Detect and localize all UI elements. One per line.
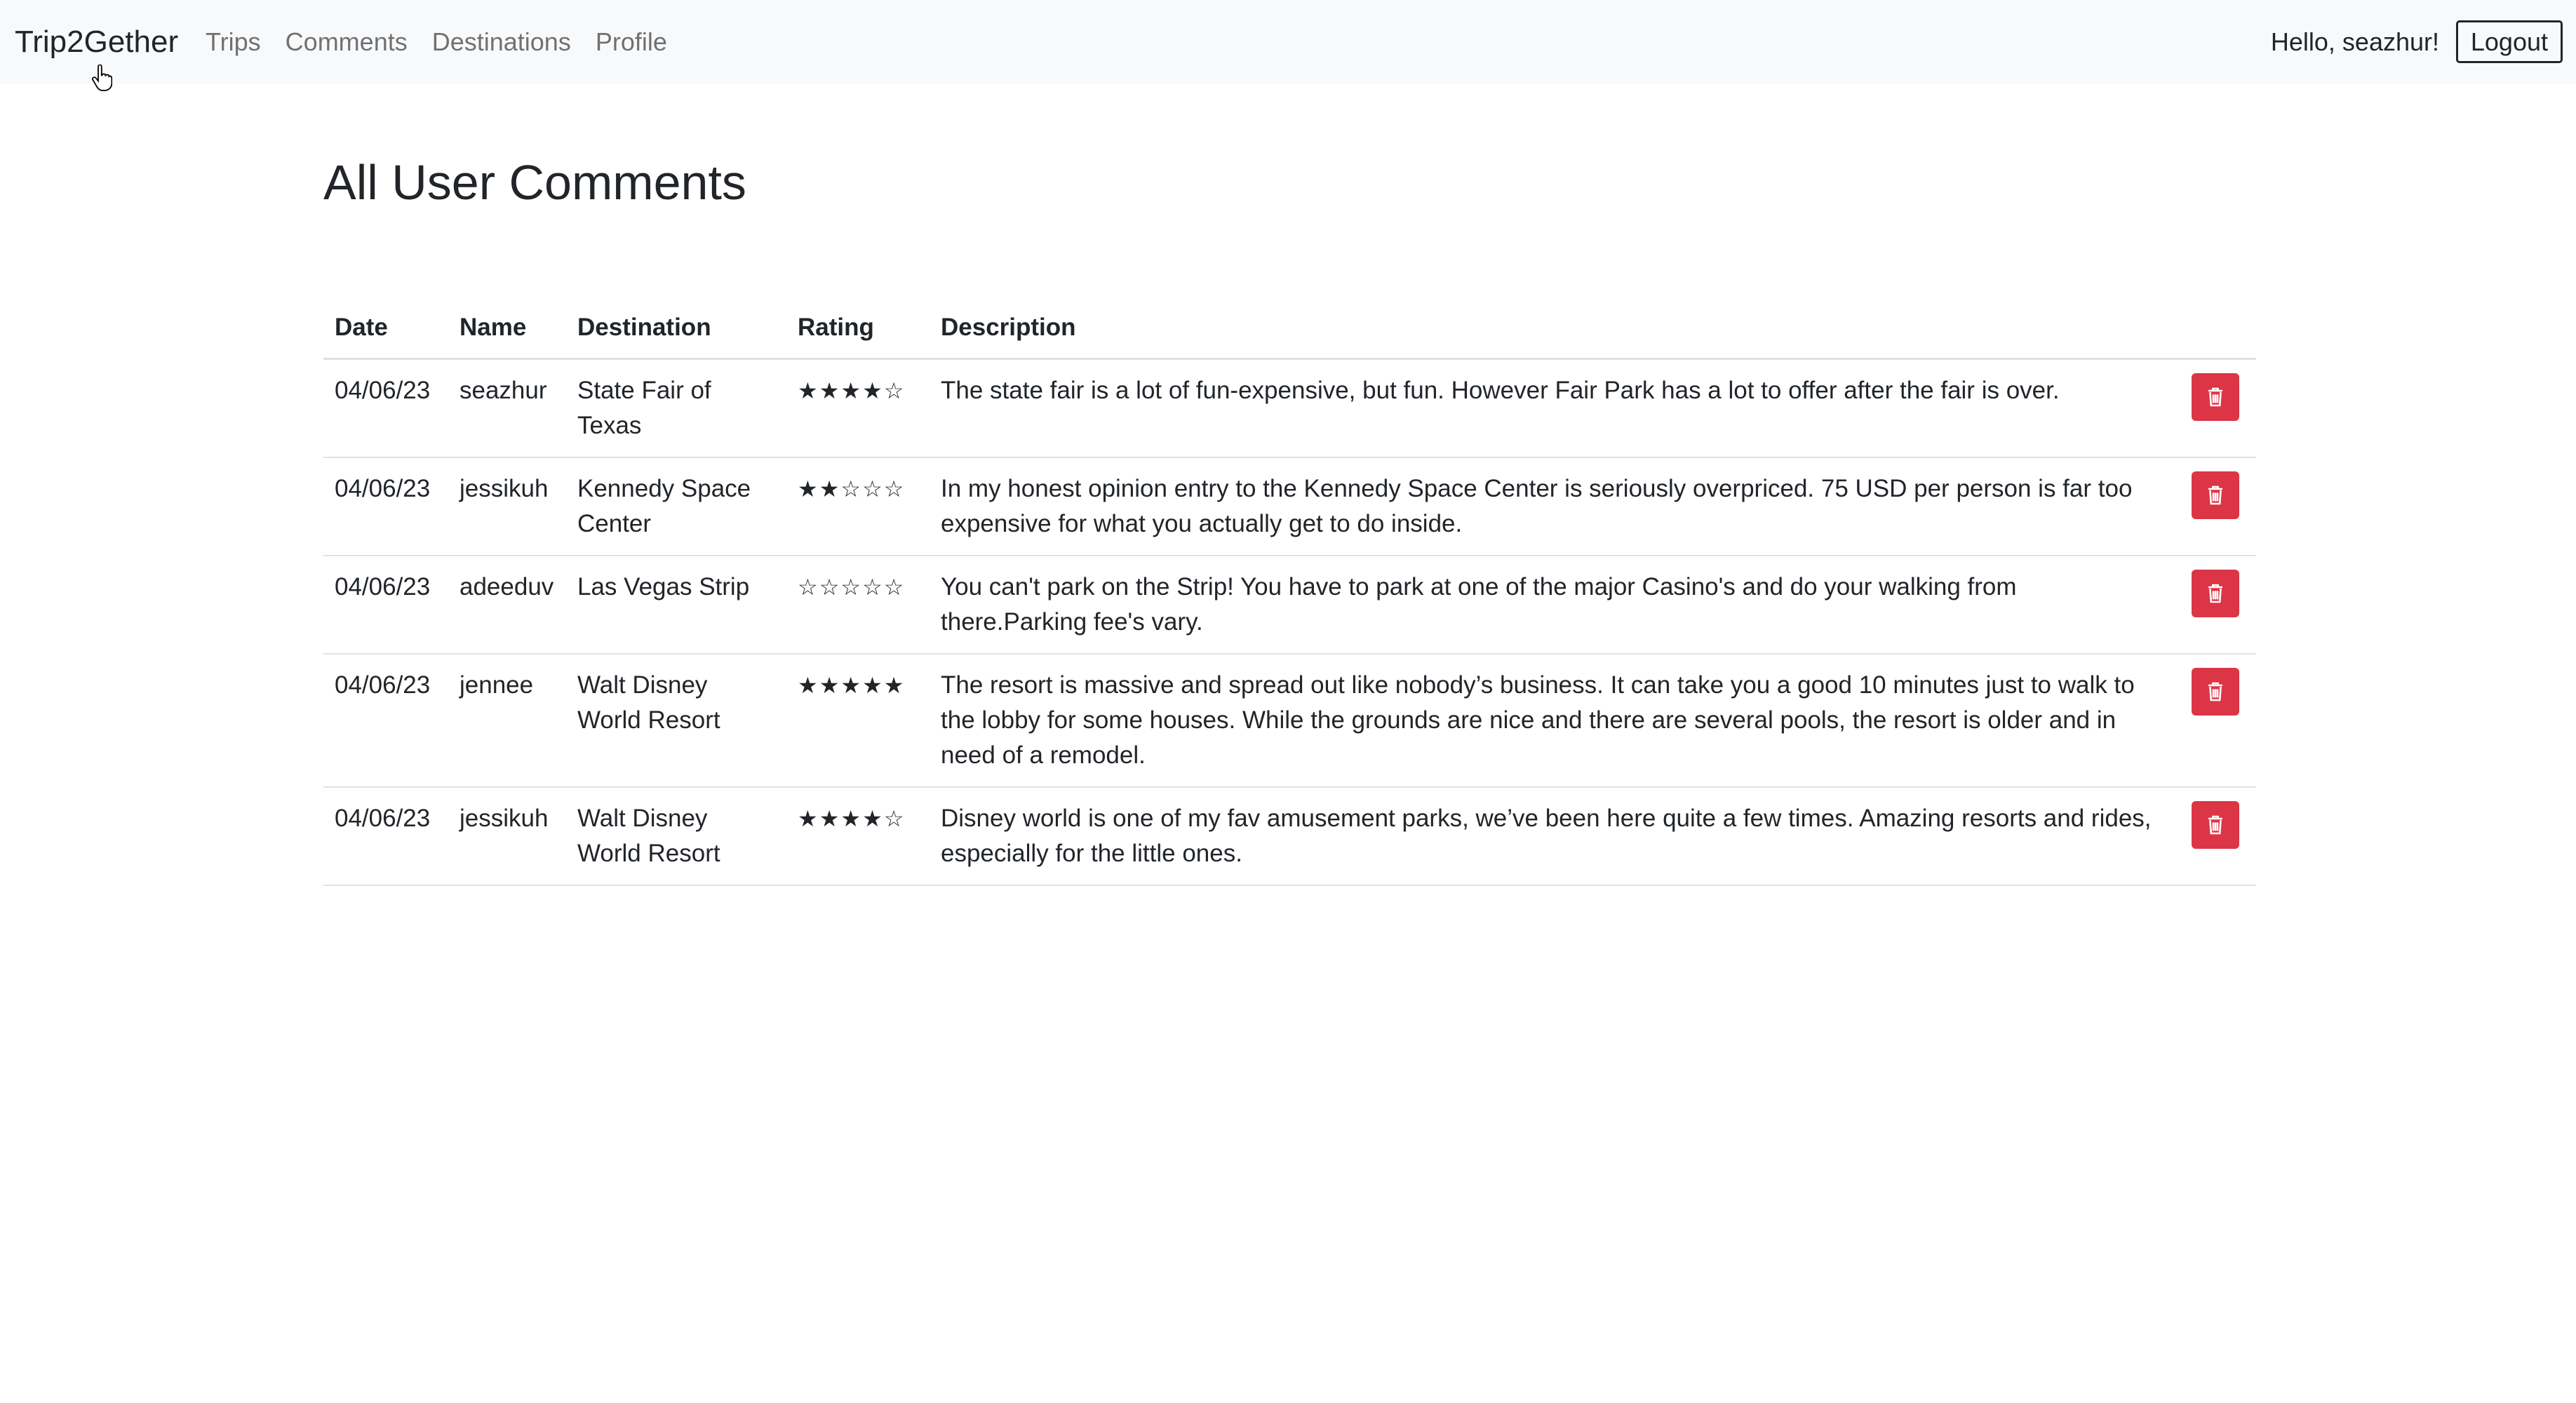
trash-icon bbox=[2208, 584, 2222, 603]
header-rating: Rating bbox=[786, 297, 930, 360]
table-row: 04/06/23 jessikuh Walt Disney World Reso… bbox=[323, 787, 2256, 886]
delete-button[interactable] bbox=[2191, 471, 2239, 519]
cell-destination: Walt Disney World Resort bbox=[566, 654, 786, 788]
nav-link-comments[interactable]: Comments bbox=[286, 27, 408, 57]
table-row: 04/06/23 seazhur State Fair of Texas ★★★… bbox=[323, 358, 2256, 458]
header-destination: Destination bbox=[566, 297, 786, 360]
cell-name: jessikuh bbox=[448, 787, 566, 886]
logout-button[interactable]: Logout bbox=[2455, 20, 2563, 63]
cell-rating: ★★★★☆ bbox=[786, 787, 930, 886]
cell-description: In my honest opinion entry to the Kenned… bbox=[930, 457, 2174, 556]
cell-rating: ☆☆☆☆☆ bbox=[786, 556, 930, 654]
cell-date: 04/06/23 bbox=[323, 654, 448, 788]
trash-icon bbox=[2208, 815, 2222, 835]
nav-link-profile[interactable]: Profile bbox=[596, 27, 667, 57]
delete-button[interactable] bbox=[2191, 801, 2239, 849]
table-header-row: Date Name Destination Rating Description bbox=[323, 297, 2256, 360]
table-row: 04/06/23 adeeduv Las Vegas Strip ☆☆☆☆☆ Y… bbox=[323, 556, 2256, 654]
cell-actions bbox=[2174, 457, 2256, 556]
cell-rating: ★★☆☆☆ bbox=[786, 457, 930, 556]
cell-destination: Kennedy Space Center bbox=[566, 457, 786, 556]
cell-destination: State Fair of Texas bbox=[566, 358, 786, 458]
cell-rating: ★★★★☆ bbox=[786, 358, 930, 458]
trash-icon bbox=[2208, 485, 2222, 505]
trash-icon bbox=[2208, 387, 2222, 407]
star-rating: ★★★★☆ bbox=[798, 377, 906, 404]
star-rating: ★★★★☆ bbox=[798, 805, 906, 832]
header-actions bbox=[2174, 297, 2256, 360]
cell-date: 04/06/23 bbox=[323, 556, 448, 654]
cell-destination: Las Vegas Strip bbox=[566, 556, 786, 654]
hand-pointer-icon bbox=[92, 65, 112, 91]
table-row: 04/06/23 jessikuh Kennedy Space Center ★… bbox=[323, 457, 2256, 556]
cell-actions bbox=[2174, 358, 2256, 458]
star-rating: ☆☆☆☆☆ bbox=[798, 574, 906, 600]
nav-link-trips[interactable]: Trips bbox=[206, 27, 261, 57]
star-rating: ★★★★★ bbox=[798, 672, 906, 699]
cell-name: jessikuh bbox=[448, 457, 566, 556]
cell-actions bbox=[2174, 556, 2256, 654]
cell-description: You can't park on the Strip! You have to… bbox=[930, 556, 2174, 654]
trash-icon bbox=[2208, 682, 2222, 702]
cell-description: The state fair is a lot of fun-expensive… bbox=[930, 358, 2174, 458]
header-date: Date bbox=[323, 297, 448, 360]
cell-name: jennee bbox=[448, 654, 566, 788]
user-greeting: Hello, seazhur! bbox=[2270, 27, 2439, 56]
navbar: Trip2Gether Trips Comments Destinations … bbox=[0, 0, 2576, 83]
table-row: 04/06/23 jennee Walt Disney World Resort… bbox=[323, 654, 2256, 788]
cell-rating: ★★★★★ bbox=[786, 654, 930, 788]
star-rating: ★★☆☆☆ bbox=[798, 476, 906, 502]
cell-name: seazhur bbox=[448, 358, 566, 458]
cell-description: The resort is massive and spread out lik… bbox=[930, 654, 2174, 788]
nav-links: Trips Comments Destinations Profile bbox=[206, 27, 692, 57]
cell-date: 04/06/23 bbox=[323, 787, 448, 886]
nav-link-destinations[interactable]: Destinations bbox=[432, 27, 571, 57]
delete-button[interactable] bbox=[2191, 668, 2239, 716]
header-name: Name bbox=[448, 297, 566, 360]
comments-table: Date Name Destination Rating Description… bbox=[323, 297, 2256, 886]
cell-destination: Walt Disney World Resort bbox=[566, 787, 786, 886]
header-description: Description bbox=[930, 297, 2174, 360]
cell-date: 04/06/23 bbox=[323, 457, 448, 556]
page-title: All User Comments bbox=[323, 155, 746, 210]
cell-actions bbox=[2174, 787, 2256, 886]
cell-actions bbox=[2174, 654, 2256, 788]
cell-name: adeeduv bbox=[448, 556, 566, 654]
brand-link[interactable]: Trip2Gether bbox=[15, 25, 178, 60]
cell-description: Disney world is one of my fav amusement … bbox=[930, 787, 2174, 886]
delete-button[interactable] bbox=[2191, 570, 2239, 617]
delete-button[interactable] bbox=[2191, 373, 2239, 421]
cell-date: 04/06/23 bbox=[323, 358, 448, 458]
